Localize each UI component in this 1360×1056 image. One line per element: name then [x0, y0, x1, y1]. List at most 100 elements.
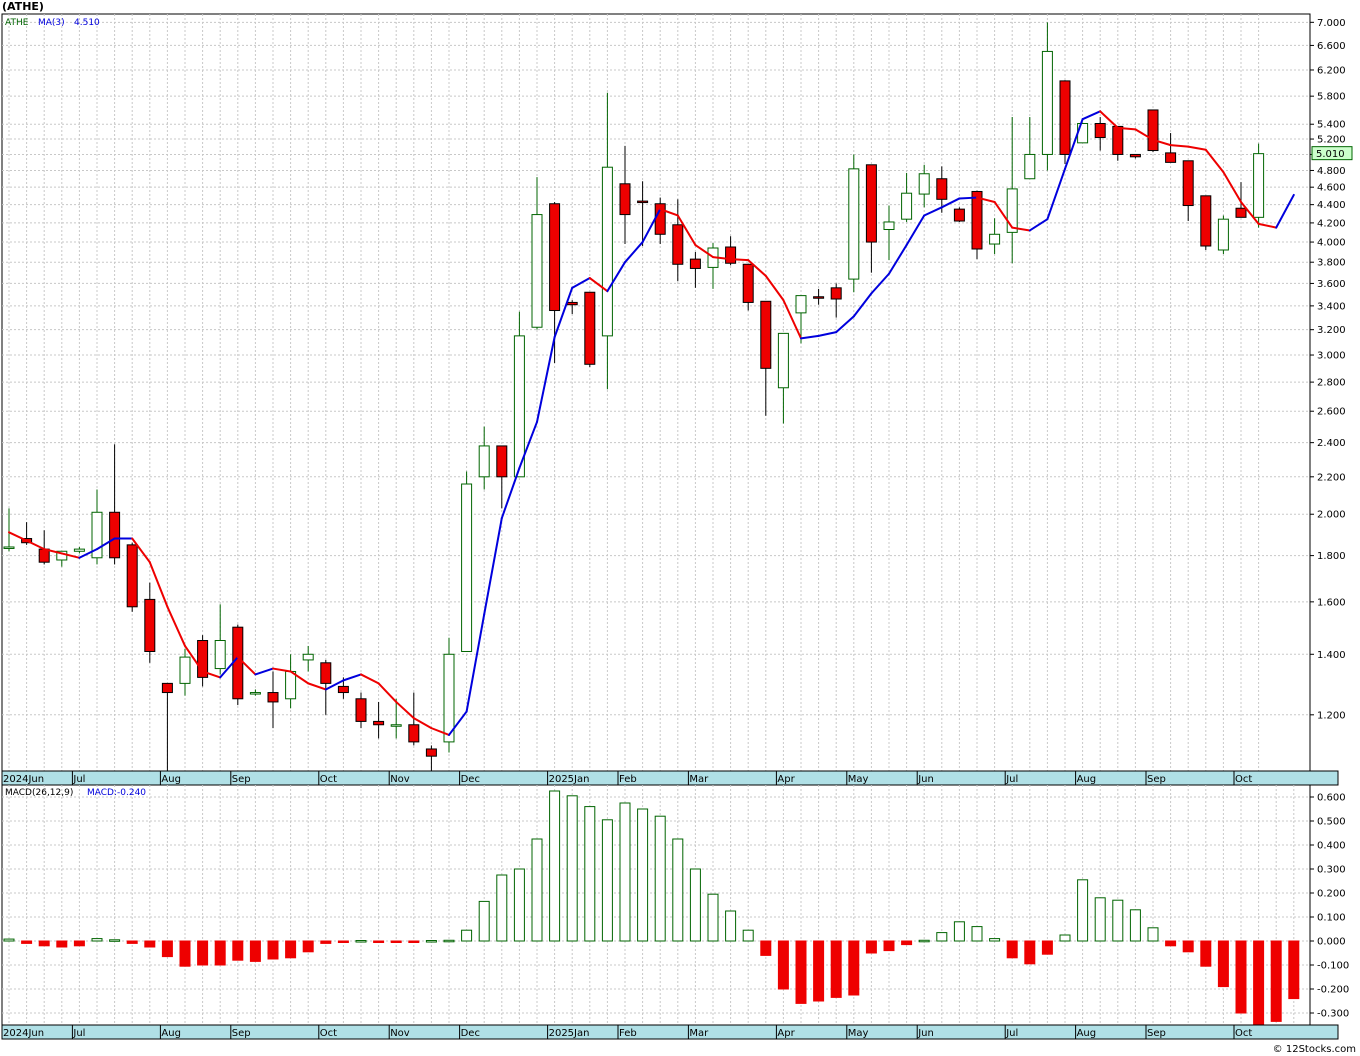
candle-body — [355, 698, 367, 722]
macd-x-tick-label: 2024Jun — [3, 1028, 44, 1039]
candle-body — [126, 544, 138, 608]
last-price-badge: 5.010 — [1311, 146, 1353, 161]
macd-bar — [1165, 940, 1177, 947]
price-x-tick-label: Aug — [161, 774, 181, 785]
price-x-tick-label: Sep — [1147, 774, 1166, 785]
macd-bar — [249, 940, 261, 962]
price-y-tick-label: 7.000 — [1317, 18, 1346, 29]
macd-bar — [777, 940, 789, 990]
macd-y-axis: -0.300 -0.200 -0.100 0.000 0.100 0.200 0.300 0.… — [1310, 793, 1349, 1020]
macd-bar — [197, 940, 209, 966]
macd-bar — [936, 932, 948, 942]
macd-y-tick-label: 0.000 — [1317, 937, 1346, 948]
price-y-tick-label: 2.000 — [1317, 510, 1346, 521]
macd-x-tick-label: Nov — [390, 1028, 410, 1039]
price-y-tick-label: 4.000 — [1317, 238, 1346, 249]
macd-bar — [1270, 940, 1282, 1022]
macd-bar — [1024, 940, 1036, 965]
macd-legend-value: MACD:-0.240 — [87, 788, 146, 798]
macd-x-tick-label: Sep — [232, 1028, 251, 1039]
macd-y-tick-label: -0.200 — [1317, 985, 1349, 996]
macd-bar — [1094, 897, 1106, 942]
candle-body — [1235, 207, 1247, 218]
macd-bar — [513, 868, 525, 942]
candle-body — [760, 300, 772, 369]
candle-body — [689, 258, 701, 269]
macd-bar — [461, 929, 473, 942]
macd-bar — [654, 815, 666, 942]
price-y-tick-label: 6.600 — [1317, 41, 1346, 52]
macd-bar — [531, 838, 543, 942]
macd-bar — [989, 938, 1001, 942]
candle-body — [161, 682, 173, 694]
macd-bar — [21, 940, 33, 944]
candle-body — [1165, 152, 1177, 163]
last-price-label: 5.010 — [1316, 149, 1345, 160]
macd-y-tick-label: 0.600 — [1317, 793, 1346, 804]
macd-x-tick-label: Oct — [1235, 1028, 1252, 1039]
price-x-tick-label: Mar — [689, 774, 709, 785]
candle-body — [813, 296, 825, 299]
candle-body — [830, 287, 842, 300]
macd-bar — [637, 808, 649, 942]
price-y-tick-label: 3.600 — [1317, 279, 1346, 290]
legend-ma-value: 4.510 — [74, 18, 100, 28]
candle-body — [936, 178, 948, 200]
price-x-axis-band — [1, 770, 1339, 786]
candle-body — [144, 598, 156, 652]
macd-x-tick-label: 2025Jan — [549, 1028, 590, 1039]
candle-body — [390, 724, 402, 727]
price-x-tick-label: 2024Jun — [3, 774, 44, 785]
candle-body — [1041, 50, 1053, 155]
macd-bar — [672, 838, 684, 942]
candle-body — [1112, 125, 1124, 155]
candle-body — [3, 546, 15, 549]
candle-body — [795, 295, 807, 314]
macd-bar — [285, 940, 297, 959]
candle-body — [1200, 195, 1212, 247]
macd-bar — [1253, 940, 1265, 1026]
macd-bar — [1147, 927, 1159, 942]
candle-body — [1217, 218, 1229, 251]
macd-x-tick-label: Mar — [689, 1028, 709, 1039]
macd-bar — [179, 940, 191, 967]
macd-legend-label: MACD(26,12,9) — [5, 788, 73, 798]
price-x-tick-label: Nov — [390, 774, 410, 785]
candle-body — [179, 656, 191, 684]
price-y-tick-label: 4.800 — [1317, 166, 1346, 177]
macd-x-tick-label: Apr — [777, 1028, 795, 1039]
candle-body — [1024, 153, 1036, 180]
candle-body — [73, 548, 85, 552]
candle-body — [267, 692, 279, 703]
candle-body — [302, 653, 314, 661]
price-y-tick-label: 1.200 — [1317, 710, 1346, 721]
macd-bar — [320, 940, 332, 944]
candle-body — [320, 662, 332, 684]
price-y-tick-label: 1.600 — [1317, 597, 1346, 608]
price-y-axis: 1.200 1.400 1.600 1.800 2.000 2.200 2.400 2.600… — [1310, 18, 1346, 721]
macd-bar — [408, 940, 420, 943]
price-y-tick-label: 3.800 — [1317, 258, 1346, 269]
candle-body — [496, 445, 508, 478]
candle-body — [777, 332, 789, 389]
macd-bar — [619, 802, 631, 942]
candle-body — [38, 548, 50, 563]
macd-y-tick-label: 0.400 — [1317, 841, 1346, 852]
price-x-tick-label: Dec — [461, 774, 480, 785]
price-y-tick-label: 3.200 — [1317, 325, 1346, 336]
macd-bar — [214, 940, 226, 966]
price-x-tick-label: Jul — [72, 774, 85, 785]
candle-body — [742, 263, 754, 303]
macd-x-tick-label: Jun — [917, 1028, 934, 1039]
macd-bar — [73, 940, 85, 947]
macd-bar — [1182, 940, 1194, 953]
candle-body — [953, 208, 965, 222]
macd-bar — [689, 868, 701, 942]
candle-body — [425, 748, 437, 757]
macd-bar — [566, 795, 578, 942]
price-y-tick-label: 6.200 — [1317, 65, 1346, 76]
macd-x-tick-label: Aug — [1077, 1028, 1097, 1039]
legend-ma-label: MA(3) — [38, 18, 65, 28]
macd-bar — [549, 790, 561, 942]
macd-x-tick-label: Jul — [1005, 1028, 1018, 1039]
